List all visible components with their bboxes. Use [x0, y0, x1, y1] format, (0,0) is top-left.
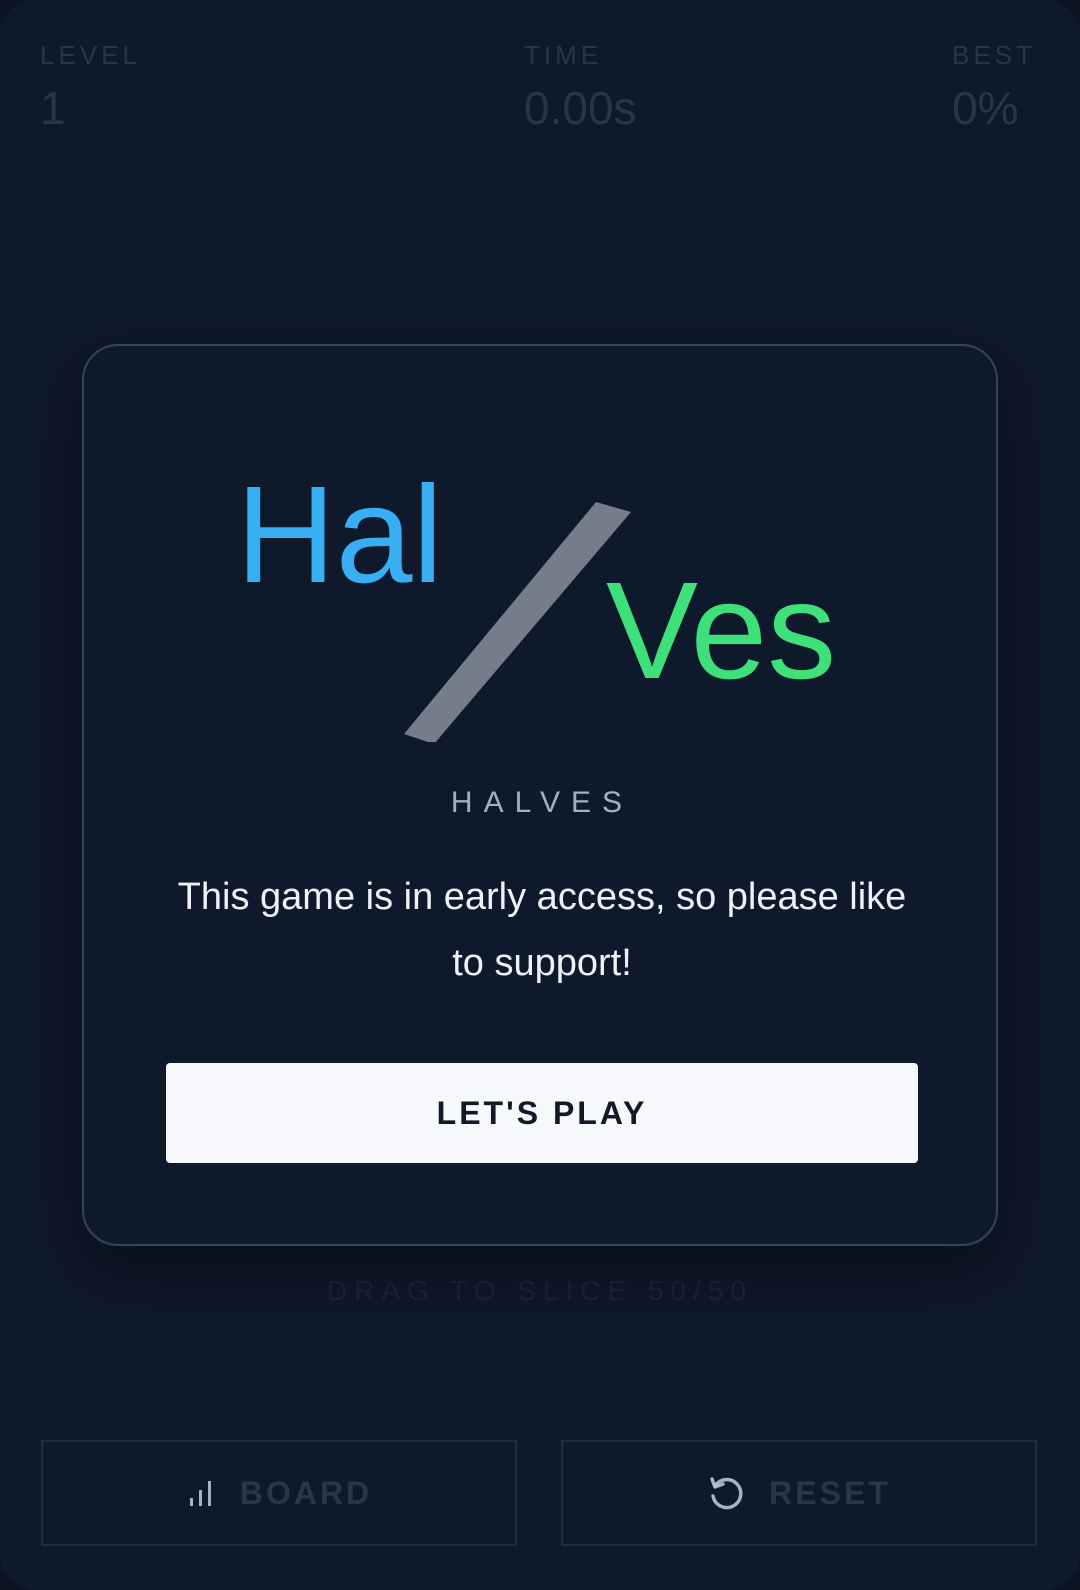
- board-button[interactable]: BOARD: [41, 1440, 517, 1546]
- stats-bar: LEVEL 1 TIME 0.00s BEST 0%: [40, 40, 1040, 140]
- halves-logo: Hal Ves: [84, 346, 1000, 766]
- level-stat: LEVEL 1: [40, 40, 141, 138]
- time-label: TIME: [524, 40, 603, 70]
- board-label: BOARD: [239, 1474, 373, 1511]
- welcome-modal: Hal Ves HALVES This game is in early acc…: [82, 344, 998, 1246]
- time-stat: TIME 0.00s: [484, 40, 637, 138]
- bar-chart-icon: [189, 1481, 211, 1506]
- logo-right-text: Ves: [606, 554, 837, 708]
- game-screen: LEVEL 1 TIME 0.00s BEST 0% DRAG TO SLICE…: [0, 0, 1080, 1590]
- reset-label: RESET: [769, 1474, 891, 1511]
- best-label: BEST: [952, 40, 1036, 70]
- level-value: 1: [40, 82, 66, 134]
- slice-hint: DRAG TO SLICE 50/50: [326, 1275, 754, 1306]
- reset-button[interactable]: RESET: [561, 1440, 1037, 1546]
- time-value: 0.00s: [524, 82, 637, 134]
- best-stat: BEST 0%: [952, 40, 1036, 138]
- best-value: 0%: [952, 82, 1019, 134]
- reset-icon: [710, 1477, 743, 1510]
- lets-play-button[interactable]: LET'S PLAY: [166, 1063, 918, 1163]
- early-access-message: This game is in early access, so please …: [177, 876, 907, 984]
- level-label: LEVEL: [40, 40, 141, 70]
- game-subtitle: HALVES: [450, 786, 634, 819]
